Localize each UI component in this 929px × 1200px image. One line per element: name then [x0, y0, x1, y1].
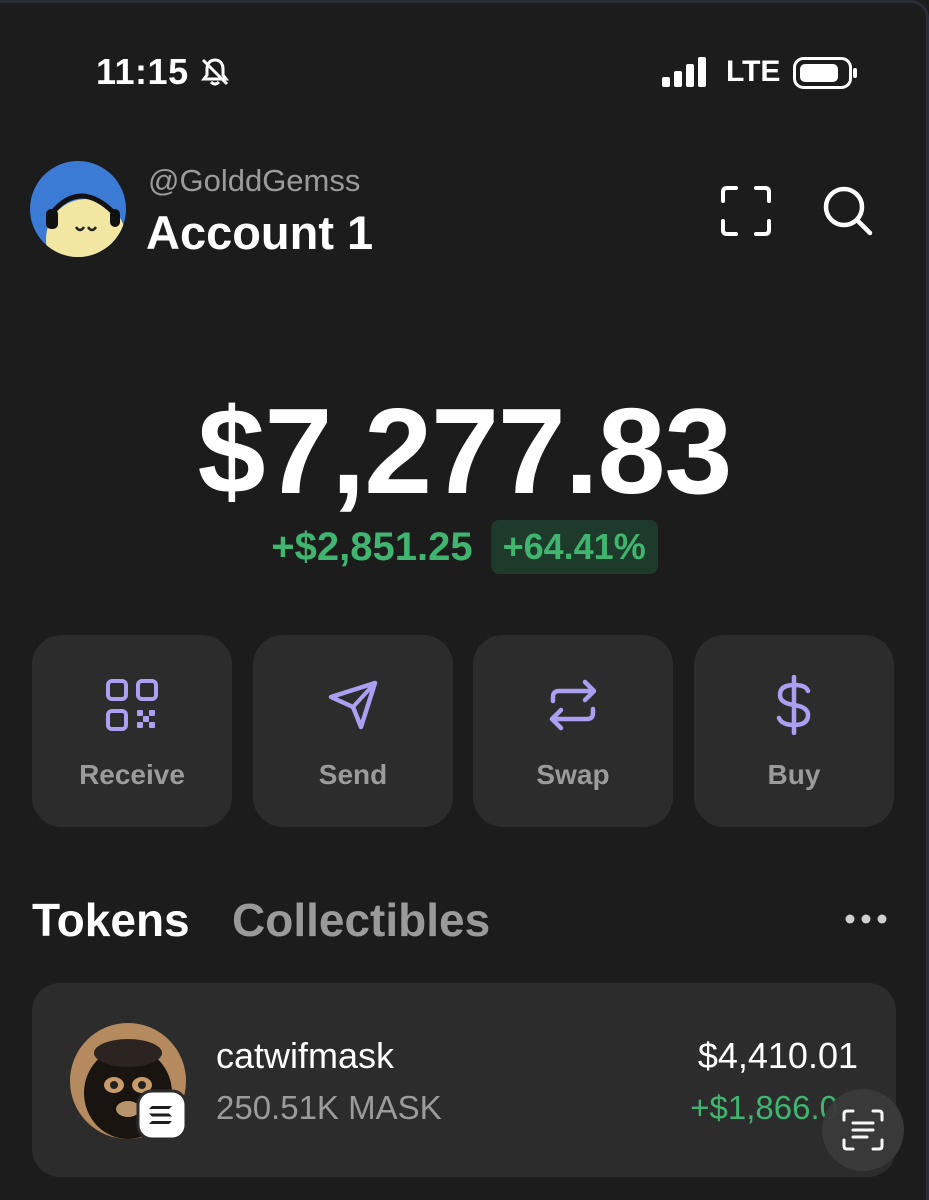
text-scan-button[interactable] [822, 1089, 904, 1171]
dollar-icon [776, 675, 811, 735]
swap-icon [549, 679, 597, 731]
status-time: 11:15 [96, 51, 189, 92]
token-value: $4,410.01 [697, 1035, 858, 1076]
qr-code-icon [106, 679, 158, 731]
token-amount: 250.51K MASK [216, 1089, 442, 1126]
solana-chain-icon [136, 1089, 188, 1141]
network-type: LTE [726, 55, 781, 88]
token-row[interactable]: catwifmask 250.51K MASK $4,410.01 +$1,86… [32, 983, 896, 1177]
swap-label: Swap [536, 759, 610, 790]
account-handle: @GolddGemss [148, 163, 361, 198]
receive-button[interactable]: Receive [32, 635, 232, 827]
more-options-icon[interactable] [842, 907, 890, 931]
balance-change-row: +$2,851.25 +64.41% [0, 520, 926, 578]
send-button[interactable]: Send [253, 635, 453, 827]
buy-button[interactable]: Buy [694, 635, 894, 827]
total-balance: $7,277.83 [197, 383, 733, 519]
token-change: +$1,866.0 [690, 1089, 838, 1126]
send-icon [328, 680, 378, 730]
text-scan-icon [842, 1109, 884, 1151]
battery-icon [793, 57, 857, 89]
scan-icon[interactable] [720, 185, 772, 237]
receive-label: Receive [79, 759, 185, 790]
tab-collectibles[interactable]: Collectibles [232, 893, 490, 947]
balance-change-usd: +$2,851.25 [271, 524, 473, 569]
status-bar: 11:15 LTE [0, 3, 926, 133]
send-label: Send [318, 759, 388, 790]
swap-button[interactable]: Swap [473, 635, 673, 827]
signal-strength-icon [662, 57, 706, 87]
bell-muted-icon [201, 58, 229, 86]
avatar-character-icon [46, 193, 126, 257]
search-icon[interactable] [820, 183, 874, 237]
balance-change-percent: +64.41% [490, 520, 658, 574]
account-name[interactable]: Account 1 [146, 205, 373, 260]
buy-label: Buy [767, 759, 821, 790]
token-name: catwifmask [216, 1035, 395, 1076]
wallet-screen: 11:15 LTE @GolddGemss Account 1 $7,277.8… [0, 0, 929, 1200]
tab-tokens[interactable]: Tokens [32, 893, 190, 947]
account-avatar[interactable] [30, 161, 126, 257]
